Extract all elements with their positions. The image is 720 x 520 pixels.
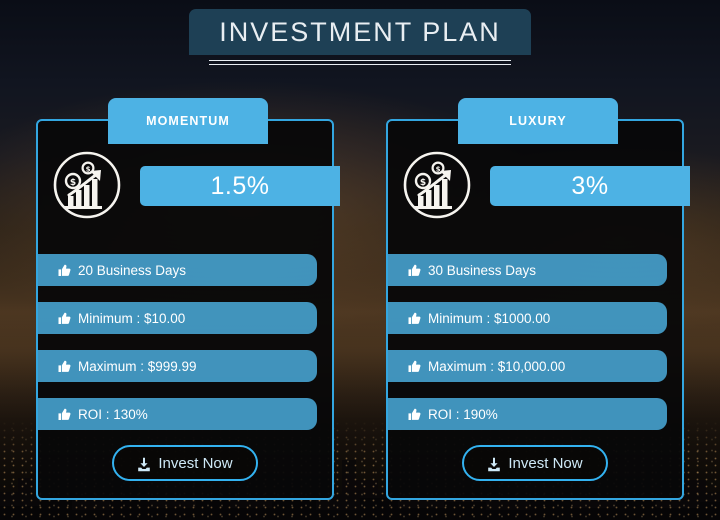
plan-card-momentum[interactable]: MOMENTUM $ $ 1.5% 20 Business Days Minim… [36, 98, 340, 500]
plan-card-luxury[interactable]: LUXURY $ $ 3% 30 Business Days Minimum:… [386, 98, 690, 500]
plan-name-tab: LUXURY [458, 98, 618, 144]
plan-feature-item: Minimum : $10.00 [38, 302, 317, 334]
svg-text:$: $ [436, 166, 441, 174]
plan-feature-item: Maximum : $999.99 [38, 350, 317, 382]
plan-feature-list: 30 Business Days Minimum : $1000.00 Maxi… [388, 254, 682, 430]
plan-rate-value: 1.5% [210, 171, 270, 200]
plan-name-tab: MOMENTUM [108, 98, 268, 144]
download-icon [138, 457, 151, 471]
plan-feature-list: 20 Business Days Minimum : $10.00 Maximu… [38, 254, 332, 430]
plan-feature-item: Minimum : $1000.00 [388, 302, 667, 334]
svg-text:$: $ [86, 166, 91, 174]
invest-now-label: Invest Now [158, 454, 233, 472]
plan-cta-wrap: Invest Now [388, 445, 682, 481]
thumbs-up-icon [408, 264, 421, 276]
growth-chart-icon: $ $ [403, 151, 471, 219]
plan-feature-item: 20 Business Days [38, 254, 317, 286]
plan-feature-text: Minimum : $10.00 [78, 310, 186, 326]
thumbs-up-icon [58, 360, 71, 372]
svg-text:$: $ [420, 178, 426, 188]
plan-feature-item: Maximum : $10,000.00 [388, 350, 667, 382]
growth-chart-icon: $ $ [53, 151, 121, 219]
thumbs-up-icon [58, 312, 71, 324]
thumbs-up-icon [408, 408, 421, 420]
download-icon [488, 457, 501, 471]
title-rule-bottom [209, 64, 511, 65]
invest-now-label: Invest Now [508, 454, 583, 472]
investment-plan-page: INVESTMENT PLAN MOMENTUM $ $ 1.5% 20 Bus… [0, 0, 720, 520]
plan-rate-value: 3% [571, 171, 609, 200]
plan-feature-text: Minimum : $1000.00 [428, 310, 551, 326]
plan-feature-text: Maximum : $999.99 [78, 358, 197, 374]
title-underline [209, 60, 511, 65]
invest-now-button[interactable]: Invest Now [462, 445, 608, 481]
thumbs-up-icon [58, 408, 71, 420]
plan-feature-text: ROI : 190% [428, 406, 498, 422]
plan-rate-row: $ $ 3% [388, 148, 690, 224]
plan-rate-row: $ $ 1.5% [38, 148, 340, 224]
invest-now-button[interactable]: Invest Now [112, 445, 258, 481]
plan-feature-text: Maximum : $10,000.00 [428, 358, 566, 374]
thumbs-up-icon [58, 264, 71, 276]
plan-cta-wrap: Invest Now [38, 445, 332, 481]
plan-feature-item: ROI : 190% [388, 398, 667, 430]
plan-feature-text: 30 Business Days [428, 262, 537, 278]
plan-feature-text: 20 Business Days [78, 262, 187, 278]
page-title-block: INVESTMENT PLAN [0, 9, 720, 65]
plan-rate-bar: 3% [490, 166, 690, 206]
title-rule-top [209, 60, 511, 61]
page-title: INVESTMENT PLAN [189, 9, 531, 55]
plan-rate-bar: 1.5% [140, 166, 340, 206]
thumbs-up-icon [408, 312, 421, 324]
plan-feature-item: 30 Business Days [388, 254, 667, 286]
svg-text:$: $ [70, 178, 76, 188]
thumbs-up-icon [408, 360, 421, 372]
plan-feature-text: ROI : 130% [78, 406, 148, 422]
plan-name-label: LUXURY [509, 114, 567, 128]
plan-name-label: MOMENTUM [146, 114, 230, 128]
plan-feature-item: ROI : 130% [38, 398, 317, 430]
